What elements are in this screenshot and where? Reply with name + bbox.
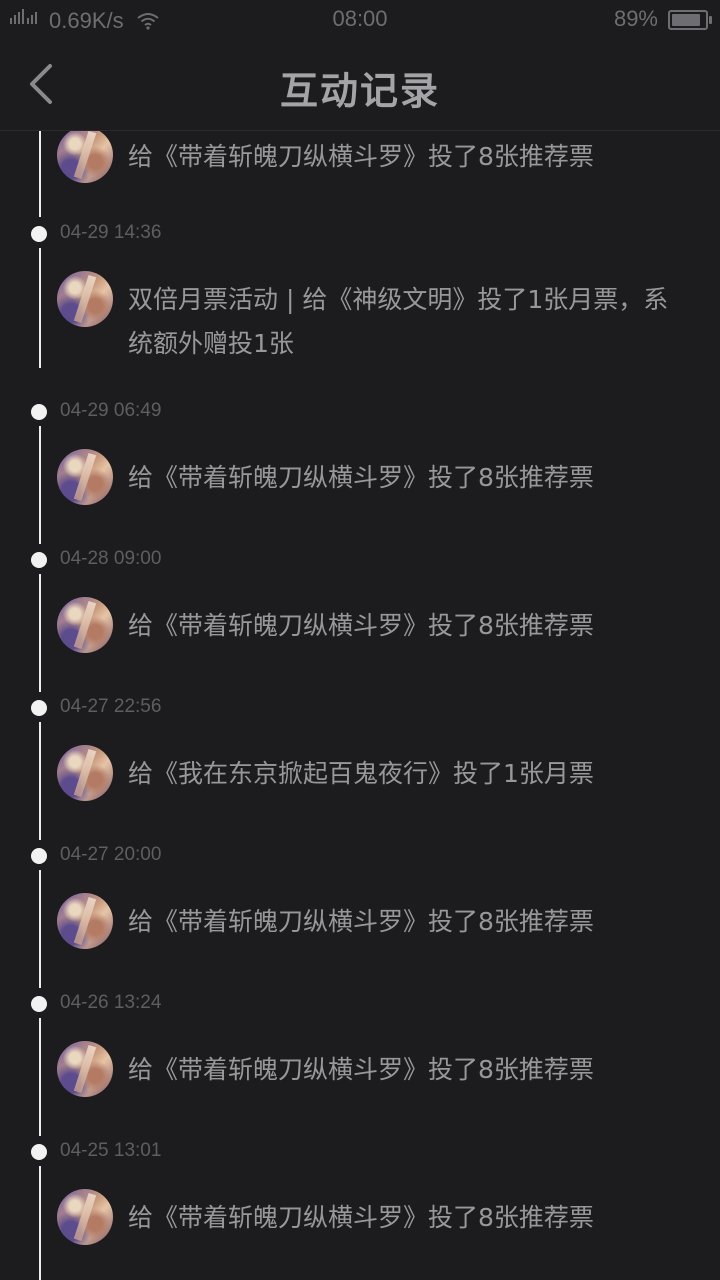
- timeline-dot: [31, 996, 47, 1012]
- record-text: 给《带着斩魄刀纵横斗罗》投了8张推荐票: [128, 611, 594, 640]
- timeline-line: [39, 1166, 41, 1280]
- record-text: 给《带着斩魄刀纵横斗罗》投了8张推荐票: [128, 907, 594, 936]
- avatar: [57, 893, 113, 949]
- avatar: [57, 271, 113, 327]
- avatar: [57, 745, 113, 801]
- record-time: 04-25 13:01: [60, 1140, 162, 1161]
- record-text: 给《我在东京掀起百鬼夜行》投了1张月票: [128, 759, 594, 788]
- timeline-dot: [31, 552, 47, 568]
- battery-icon: [668, 10, 712, 30]
- timeline-dot: [31, 404, 47, 420]
- timeline-dot: [31, 700, 47, 716]
- record-time: 04-28 09:00: [60, 548, 162, 569]
- timeline-line: [39, 870, 41, 988]
- interaction-timeline: 给《带着斩魄刀纵横斗罗》投了8张推荐票 04-29 14:36 双倍月票活动 |…: [0, 131, 720, 1280]
- timeline-dot: [31, 1144, 47, 1160]
- record-time: 04-26 13:24: [60, 992, 162, 1013]
- record-text: 给《带着斩魄刀纵横斗罗》投了8张推荐票: [128, 1055, 594, 1084]
- avatar: [57, 449, 113, 505]
- timeline-line: [39, 574, 41, 692]
- record-time: 04-29 06:49: [60, 400, 162, 421]
- status-bar: 0.69K/s 08:00 89%: [0, 0, 720, 38]
- avatar: [57, 1189, 113, 1245]
- record-text: 给《带着斩魄刀纵横斗罗》投了8张推荐票: [128, 463, 594, 492]
- timeline-line: [39, 722, 41, 840]
- clock: 08:00: [332, 6, 388, 31]
- record-text: 给《带着斩魄刀纵横斗罗》投了8张推荐票: [128, 142, 594, 171]
- avatar: [57, 597, 113, 653]
- timeline-dot: [31, 848, 47, 864]
- avatar: [57, 131, 113, 183]
- avatar: [57, 1041, 113, 1097]
- record-time: 04-29 14:36: [60, 222, 162, 243]
- record-time: 04-27 22:56: [60, 696, 162, 717]
- record-text: 双倍月票活动 | 给《神级文明》投了1张月票，系统额外赠投1张: [128, 285, 669, 358]
- timeline-line: [39, 248, 41, 368]
- timeline-line: [39, 131, 41, 217]
- timeline-line: [39, 426, 41, 544]
- battery-percent: 89%: [613, 6, 658, 31]
- record-text: 给《带着斩魄刀纵横斗罗》投了8张推荐票: [128, 1203, 594, 1232]
- timeline-line: [39, 1018, 41, 1136]
- record-time: 04-27 20:00: [60, 844, 162, 865]
- timeline-dot: [31, 226, 47, 242]
- nav-bar: 互动记录: [0, 38, 720, 131]
- page-title: 互动记录: [279, 68, 440, 113]
